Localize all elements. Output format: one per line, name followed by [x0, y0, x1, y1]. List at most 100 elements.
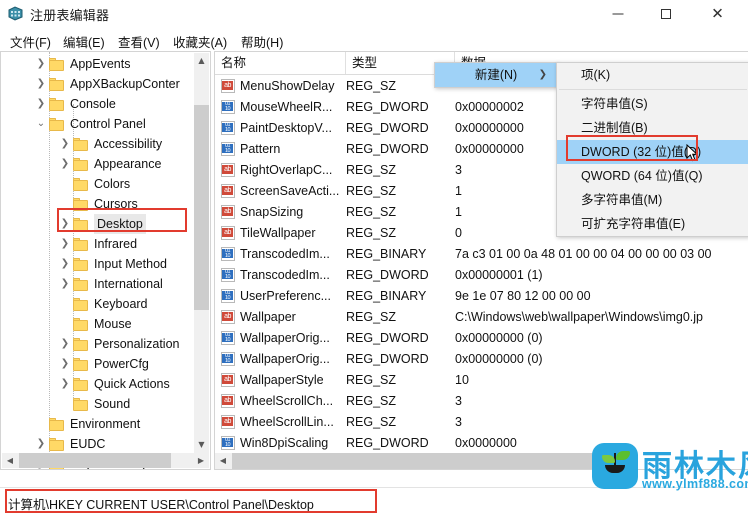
- submenu-item-label: 可扩充字符串值(E): [581, 217, 686, 231]
- submenu-item-q[interactable]: QWORD (64 位)值(Q): [557, 164, 748, 188]
- value-data: 9e 1e 07 80 12 00 00 00: [455, 289, 591, 303]
- value-data: 3: [455, 163, 462, 177]
- chevron-right-icon[interactable]: ❯: [59, 214, 71, 234]
- registry-value-row[interactable]: 01 10 TranscodedIm... REG_DWORD 0x00000001 (…: [215, 265, 748, 286]
- tree-vertical-scrollbar[interactable]: ▲ ▼: [194, 53, 209, 453]
- scroll-left-icon[interactable]: ◀: [2, 453, 18, 468]
- menu-view[interactable]: 查看(V): [114, 31, 164, 52]
- submenu-item-s[interactable]: 字符串值(S): [557, 92, 748, 116]
- maximize-button[interactable]: [643, 0, 688, 28]
- submenu-item-m[interactable]: 多字符串值(M): [557, 188, 748, 212]
- close-button[interactable]: ✕: [695, 0, 740, 28]
- folder-icon: [73, 158, 89, 171]
- string-value-icon: ab: [221, 394, 235, 408]
- chevron-right-icon[interactable]: ❯: [59, 134, 71, 154]
- folder-icon: [49, 118, 65, 131]
- tree-node-label: Console: [70, 97, 116, 111]
- dword-value-icon: 01 10: [221, 436, 235, 450]
- menu-help[interactable]: 帮助(H): [237, 31, 287, 52]
- folder-icon: [73, 358, 89, 371]
- value-name: UserPreferenc...: [240, 289, 332, 303]
- tree-node-label: Quick Actions: [94, 377, 170, 391]
- submenu-item-label: QWORD (64 位)值(Q): [581, 169, 703, 183]
- chevron-right-icon[interactable]: ❯: [59, 254, 71, 274]
- value-name: WallpaperOrig...: [240, 331, 330, 345]
- chevron-right-icon[interactable]: ❯: [59, 274, 71, 294]
- scroll-down-icon[interactable]: ▼: [194, 437, 209, 453]
- menu-bar: 文件(F) 编辑(E) 查看(V) 收藏夹(A) 帮助(H): [0, 28, 748, 50]
- watermark-url: www.ylmf888.com: [642, 477, 748, 491]
- tree-hscrollbar-thumb[interactable]: [19, 453, 171, 468]
- tree-scrollbar-thumb[interactable]: [194, 105, 209, 310]
- string-value-icon: ab: [221, 415, 235, 429]
- value-type: REG_DWORD: [346, 268, 429, 282]
- menu-edit[interactable]: 编辑(E): [59, 31, 109, 52]
- chevron-right-icon[interactable]: ❯: [59, 154, 71, 174]
- registry-value-row[interactable]: 01 10 WallpaperOrig... REG_DWORD 0x00000000 …: [215, 328, 748, 349]
- tree-node-label: Keyboard: [94, 297, 148, 311]
- registry-editor-window: 注册表编辑器 ✕ 文件(F) 编辑(E) 查看(V) 收藏夹(A) 帮助(H) …: [0, 0, 748, 516]
- registry-tree-pane[interactable]: ❯ AppEvents ❯ AppXBackupConter ❯ Console ⌄ Cont…: [0, 51, 211, 470]
- scroll-right-icon[interactable]: ▶: [193, 453, 209, 468]
- chevron-right-icon[interactable]: ❯: [35, 94, 47, 114]
- chevron-down-icon[interactable]: ⌄: [35, 114, 47, 134]
- chevron-right-icon[interactable]: ❯: [59, 334, 71, 354]
- submenu-item-k[interactable]: 项(K): [557, 63, 748, 87]
- tree-node-label: Infrared: [94, 237, 138, 251]
- menu-favorites[interactable]: 收藏夹(A): [169, 31, 231, 52]
- column-header-name[interactable]: 名称: [215, 52, 346, 74]
- chevron-right-icon[interactable]: ❯: [35, 434, 47, 454]
- close-icon: ✕: [711, 4, 724, 23]
- tree-node-label: Control Panel: [70, 117, 146, 131]
- registry-value-row[interactable]: 01 10 UserPreferenc... REG_BINARY 9e 1e 07 8…: [215, 286, 748, 307]
- value-name: WallpaperOrig...: [240, 352, 330, 366]
- value-type: REG_SZ: [346, 79, 397, 93]
- string-value-icon: ab: [221, 205, 235, 219]
- tree-horizontal-scrollbar[interactable]: ◀ ▶: [2, 453, 209, 468]
- chevron-right-icon[interactable]: ❯: [59, 354, 71, 374]
- submenu-item-b[interactable]: 二进制值(B): [557, 116, 748, 140]
- value-data: C:\Windows\web\wallpaper\Windows\img0.jp: [455, 310, 704, 324]
- chevron-right-icon[interactable]: ❯: [35, 54, 47, 74]
- submenu-item-label: 多字符串值(M): [581, 193, 663, 207]
- submenu-new-value-type[interactable]: 项(K) 字符串值(S) 二进制值(B) DWORD (32 位)值(D) QWORD …: [556, 62, 748, 237]
- menu-file[interactable]: 文件(F): [6, 31, 55, 52]
- tree-node-label: EUDC: [70, 437, 106, 451]
- context-menu-item-new[interactable]: 新建(N) ❯: [435, 63, 557, 87]
- submenu-item-e[interactable]: 可扩充字符串值(E): [557, 212, 748, 236]
- value-type: REG_SZ: [346, 373, 397, 387]
- tree-guide-line: [49, 52, 50, 456]
- title-bar: 注册表编辑器 ✕: [0, 0, 748, 28]
- list-hscrollbar-thumb[interactable]: [232, 453, 622, 469]
- value-name: Pattern: [240, 142, 281, 156]
- value-data: 0: [455, 226, 462, 240]
- value-data: 3: [455, 415, 462, 429]
- submenu-item-label: 二进制值(B): [581, 121, 648, 135]
- tree-node-label: Sound: [94, 397, 131, 411]
- registry-value-row[interactable]: 01 10 WallpaperOrig... REG_DWORD 0x00000000 …: [215, 349, 748, 370]
- registry-value-row[interactable]: ab WallpaperStyle REG_SZ 10: [215, 370, 748, 391]
- dword-value-icon: 01 10: [221, 100, 235, 114]
- folder-icon: [73, 178, 89, 191]
- scroll-up-icon[interactable]: ▲: [194, 53, 209, 69]
- binary-value-icon: 01 10: [221, 247, 235, 261]
- folder-icon: [73, 338, 89, 351]
- submenu-item-label: 字符串值(S): [581, 97, 648, 111]
- tree-node-label: Colors: [94, 177, 131, 191]
- chevron-right-icon[interactable]: ❯: [59, 234, 71, 254]
- submenu-item-d[interactable]: DWORD (32 位)值(D): [557, 140, 748, 164]
- scroll-left-icon[interactable]: ◀: [215, 453, 231, 469]
- menu-separator: [559, 89, 747, 90]
- registry-value-row[interactable]: 01 10 TranscodedIm... REG_BINARY 7a c3 01 00…: [215, 244, 748, 265]
- registry-value-row[interactable]: ab Wallpaper REG_SZ C:\Windows\web\wallpape…: [215, 307, 748, 328]
- registry-value-row[interactable]: ab WheelScrollCh... REG_SZ 3: [215, 391, 748, 412]
- folder-icon: [49, 438, 65, 451]
- registry-value-row[interactable]: ab WheelScrollLin... REG_SZ 3: [215, 412, 748, 433]
- minimize-button[interactable]: [595, 0, 640, 28]
- chevron-right-icon[interactable]: ❯: [35, 74, 47, 94]
- value-data: 1: [455, 205, 462, 219]
- context-menu-new[interactable]: 新建(N) ❯: [434, 62, 558, 88]
- list-horizontal-scrollbar[interactable]: ◀: [215, 453, 623, 469]
- value-data: 10: [455, 373, 469, 387]
- chevron-right-icon[interactable]: ❯: [59, 374, 71, 394]
